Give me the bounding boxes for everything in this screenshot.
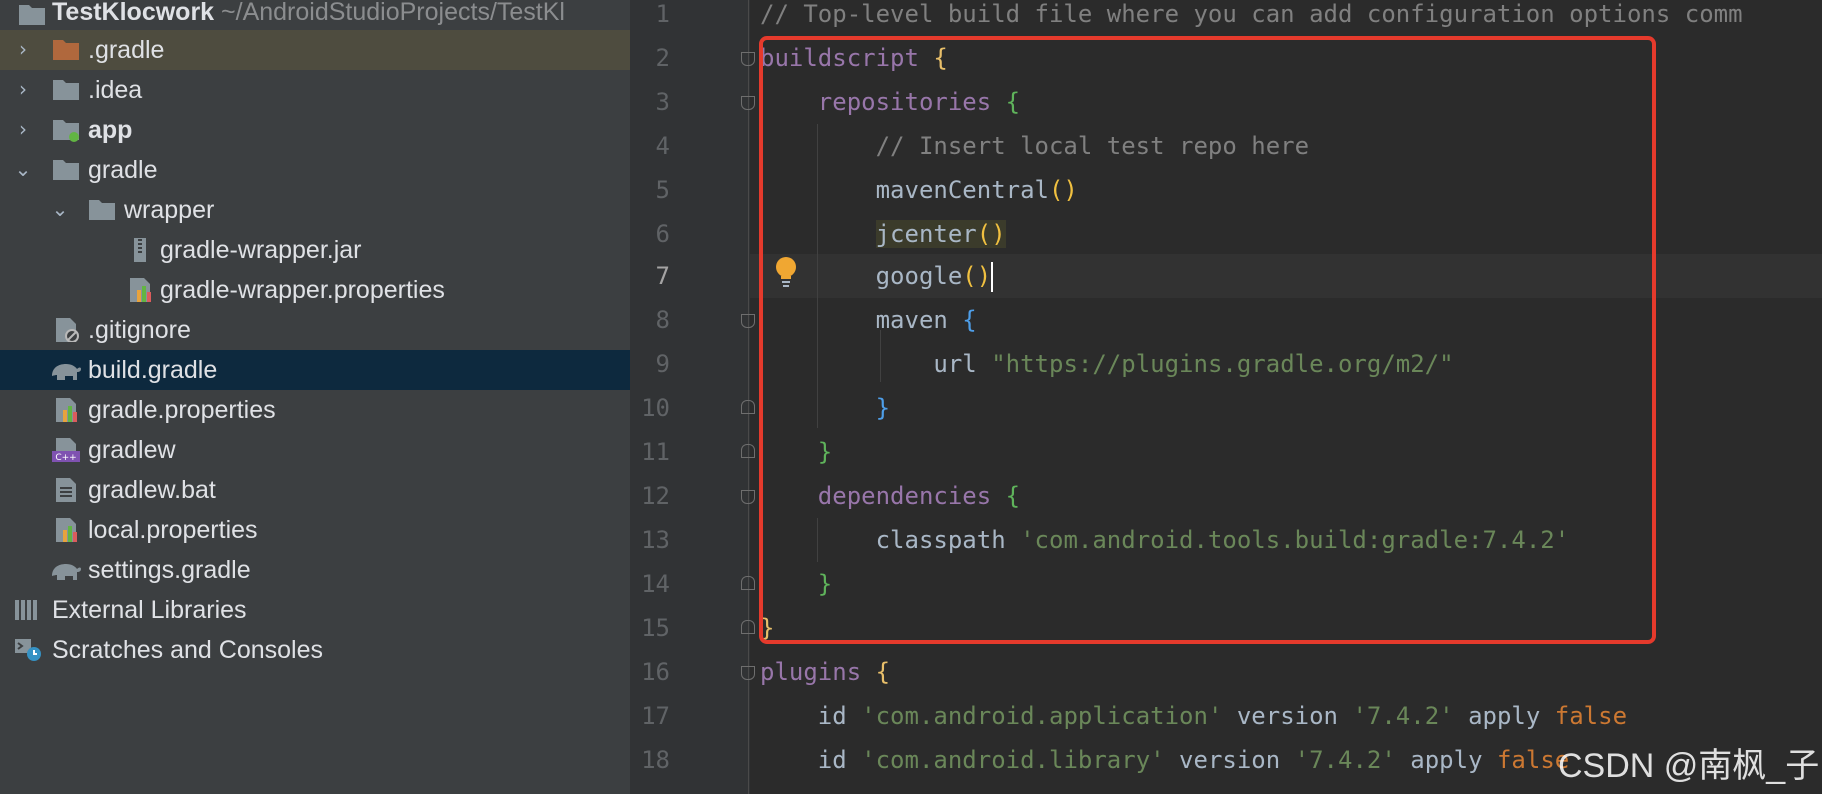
line-number: 6 [655,220,670,248]
line-number: 8 [655,306,670,334]
line-number: 16 [641,658,670,686]
tree-item-label: gradle [88,156,158,184]
tree-item-settings-gradle[interactable]: settings.gradle [0,550,630,590]
tree-item-external-libraries[interactable]: External Libraries [0,590,630,630]
fold-marker-icon[interactable] [741,314,755,328]
line-number: 3 [655,88,670,116]
tree-item-gradle[interactable]: ⌄ gradle [0,150,630,190]
gradle-elephant-icon [52,364,81,380]
annotation-highlight-box [759,36,1656,644]
text-file-icon [56,478,76,502]
tree-item-wrapper[interactable]: ⌄ wrapper [0,190,630,230]
tree-item-label: .idea [88,76,143,104]
line-number: 11 [641,438,670,466]
chevron-right-icon[interactable]: › [12,116,34,142]
tree-item-scratches[interactable]: Scratches and Consoles [0,630,630,670]
fold-marker-icon[interactable] [741,490,755,504]
tree-item-label: wrapper [124,196,215,224]
line-number: 1 [655,0,670,28]
ignore-file-icon [56,318,79,342]
line-number: 5 [655,176,670,204]
chevron-right-icon[interactable]: › [12,76,34,102]
line-number: 15 [641,614,670,642]
tree-item-label: local.properties [88,516,258,544]
line-number: 10 [641,394,670,422]
properties-file-icon [56,518,77,542]
tree-item-label: settings.gradle [88,556,251,584]
root-label: TestKlocwork ~/AndroidStudioProjects/Tes… [52,0,565,26]
folder-icon [53,80,79,100]
line-number: 18 [641,746,670,774]
code-line-18[interactable]: id 'com.android.library' version '7.4.2'… [760,738,1569,782]
tree-item-label: gradle.properties [88,396,276,424]
fold-marker-icon[interactable] [741,96,755,110]
module-folder-icon [53,120,79,142]
tree-item-gitignore[interactable]: .gitignore [0,310,630,350]
tree-item-label: .gitignore [88,316,191,344]
tree-item-label: .gradle [88,36,165,64]
folder-icon [89,200,115,220]
chevron-right-icon[interactable]: › [12,36,34,62]
tree-item-label: build.gradle [88,356,218,384]
folder-icon [53,160,79,180]
chevron-down-icon[interactable]: ⌄ [12,156,34,182]
tree-root-row[interactable]: TestKlocwork ~/AndroidStudioProjects/Tes… [0,0,630,32]
tree-item-idea[interactable]: › .idea [0,70,630,110]
tree-item-app[interactable]: › app [0,110,630,150]
tree-item-label: External Libraries [52,596,247,624]
module-folder-icon [19,5,45,25]
tree-item-wrapper-properties[interactable]: gradle-wrapper.properties [0,270,630,310]
chevron-down-icon[interactable]: ⌄ [49,196,71,222]
watermark: CSDN @南枫_子 [1558,747,1820,785]
fold-marker-icon[interactable] [741,666,755,680]
line-number: 2 [655,44,670,72]
tree-item-local-properties[interactable]: local.properties [0,510,630,550]
fold-marker-icon[interactable] [741,576,755,590]
tree-item-gradlew-bat[interactable]: gradlew.bat [0,470,630,510]
cpp-file-icon: C++ [52,438,80,462]
line-number: 17 [641,702,670,730]
project-panel: TestKlocwork ~/AndroidStudioProjects/Tes… [0,0,630,794]
line-number: 13 [641,526,670,554]
properties-file-icon [56,398,77,422]
line-number: 12 [641,482,670,510]
tree-item-label: Scratches and Consoles [52,636,323,664]
tree-item-wrapper-jar[interactable]: gradle-wrapper.jar [0,230,630,270]
code-line-16[interactable]: plugins { [760,650,890,694]
gradle-elephant-icon [52,564,81,580]
fold-marker-icon[interactable] [741,400,755,414]
tree-item-build-gradle[interactable]: build.gradle [0,350,630,390]
tree-item-gradlew[interactable]: C++ gradlew [0,430,630,470]
folder-excluded-icon [53,40,79,60]
tree-item-label: gradlew.bat [88,476,216,504]
scratches-icon [15,639,41,661]
code-line-17[interactable]: id 'com.android.application' version '7.… [760,694,1627,738]
fold-marker-icon[interactable] [741,444,755,458]
tree-item-gradle-properties[interactable]: gradle.properties [0,390,630,430]
tree-item-dot-gradle[interactable]: › .gradle [0,30,630,70]
library-icon [15,600,37,620]
line-number: 9 [655,350,670,378]
properties-file-icon [130,278,151,302]
tree-item-label: gradlew [88,436,176,464]
archive-icon [134,238,146,262]
line-number: 14 [641,570,670,598]
tree-item-label: app [88,116,133,144]
fold-marker-icon[interactable] [741,620,755,634]
code-line-1[interactable]: // Top-level build file where you can ad… [760,0,1743,36]
fold-marker-icon[interactable] [741,52,755,66]
line-number: 4 [655,132,670,160]
line-number-current: 7 [655,262,670,290]
tree-item-label: gradle-wrapper.jar [160,236,362,264]
svg-text:C++: C++ [55,453,76,462]
tree-item-label: gradle-wrapper.properties [160,276,445,304]
